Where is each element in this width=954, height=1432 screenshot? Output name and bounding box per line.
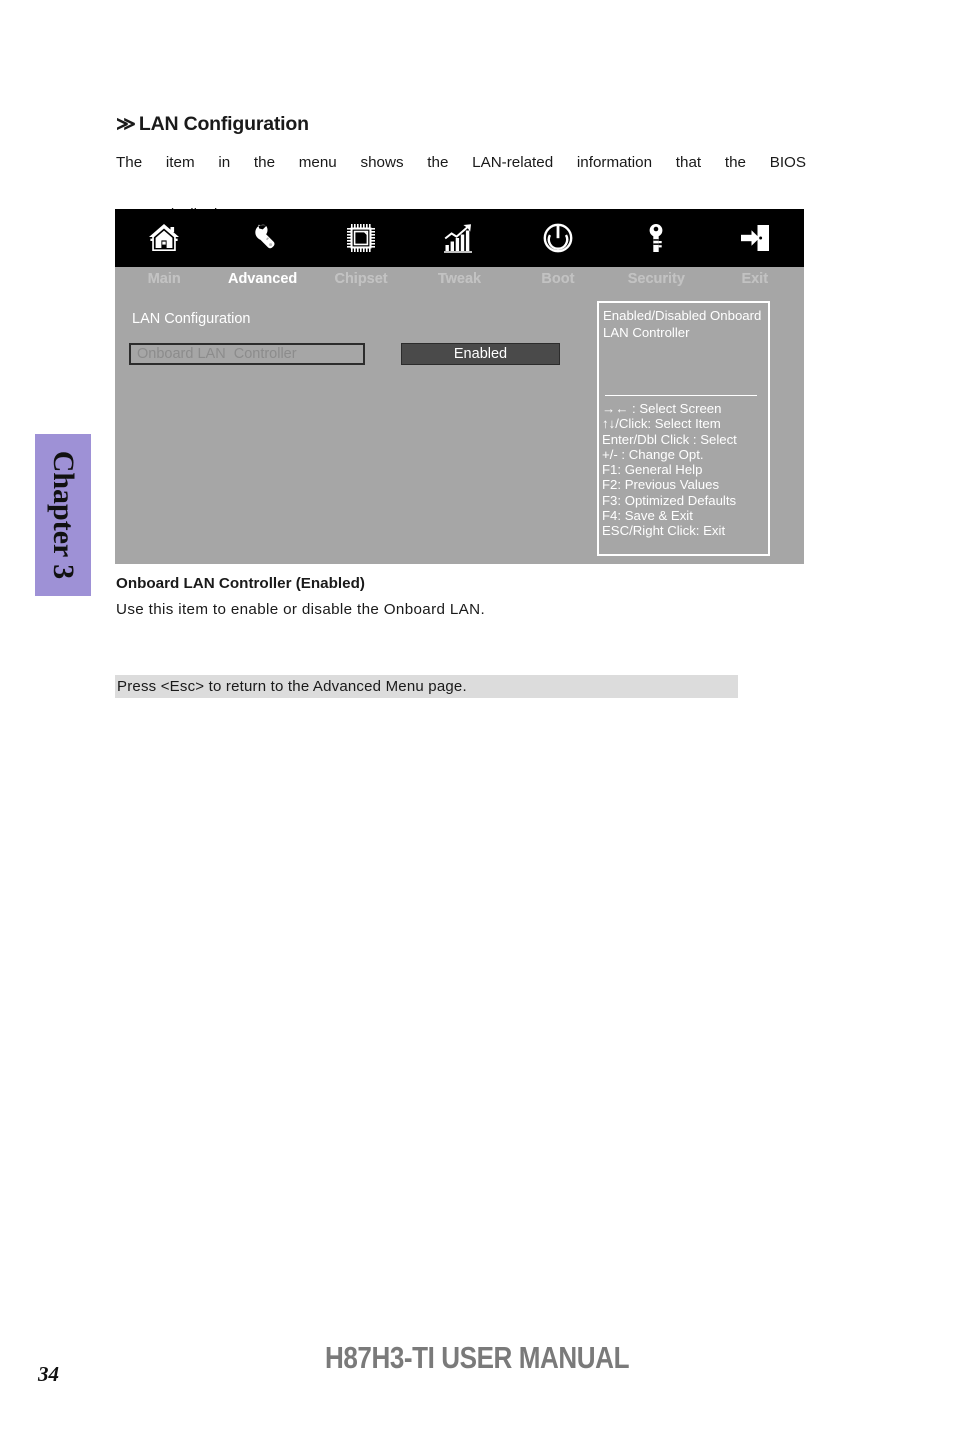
help-key-list: →← : Select Screen ↑↓/Click: Select Item… — [602, 401, 770, 539]
help-key-item: Enter/Dbl Click : Select — [602, 431, 737, 447]
nav-label-chipset: Chipset — [334, 271, 388, 287]
help-key-item: +/- : Change Opt. — [602, 446, 704, 462]
bios-screenshot: Main Advanced Chipset Tweak Boot Securit… — [115, 209, 804, 564]
chapter-tab: Chapter 3 — [35, 434, 91, 596]
nav-label-exit: Exit — [741, 271, 769, 287]
chapter-tab-label: Chapter 3 — [47, 450, 80, 580]
setting-value-dropdown[interactable]: Enabled — [401, 343, 560, 365]
chip-icon — [345, 209, 377, 267]
help-description: Enabled/Disabled Onboard LAN Controller — [603, 308, 762, 340]
nav-label-main: Main — [147, 271, 181, 287]
bios-body: LAN Configuration Onboard LAN Controller… — [115, 293, 804, 564]
nav-item-exit[interactable]: Exit — [706, 209, 804, 293]
power-icon — [542, 209, 574, 267]
setting-value-label: Enabled — [453, 346, 508, 362]
help-key-item: F1: General Help — [602, 462, 703, 478]
nav-item-chipset[interactable]: Chipset — [312, 209, 410, 293]
bios-nav-bar: Main Advanced Chipset Tweak Boot Securit… — [115, 209, 804, 293]
bar-chart-icon — [442, 209, 476, 267]
home-icon — [147, 209, 181, 267]
setting-description-title: Onboard LAN Controller (Enabled) — [116, 575, 365, 592]
page-title: ≫ LAN Configuration — [116, 113, 309, 136]
exit-door-icon — [738, 209, 772, 267]
nav-item-main[interactable]: Main — [115, 209, 213, 293]
nav-item-security[interactable]: Security — [607, 209, 705, 293]
setting-description-text: Use this item to enable or disable the O… — [116, 601, 486, 618]
setting-row-onboard-lan-controller: Onboard LAN Controller Enabled — [129, 343, 560, 365]
key-icon — [645, 209, 667, 267]
nav-label-advanced: Advanced — [227, 271, 298, 287]
help-key-item: ESC/Right Click: Exit — [602, 523, 726, 539]
help-key-item: →← : Select Screen — [602, 401, 722, 416]
footer-manual-title: H87H3-TI USER MANUAL — [324, 1340, 630, 1375]
esc-note-banner: Press <Esc> to return to the Advanced Me… — [115, 675, 738, 698]
help-key-item: ↑↓/Click: Select Item — [602, 416, 721, 432]
help-separator — [605, 395, 757, 396]
setting-name-label: Onboard LAN Controller — [137, 346, 297, 362]
wrench-icon — [246, 209, 280, 267]
bios-section-title: LAN Configuration — [132, 311, 251, 327]
double-chevron-icon: ≫ — [116, 114, 136, 135]
nav-label-security: Security — [627, 271, 685, 287]
nav-label-tweak: Tweak — [437, 271, 482, 287]
esc-note-text: Press <Esc> to return to the Advanced Me… — [117, 678, 467, 695]
nav-item-boot[interactable]: Boot — [509, 209, 607, 293]
help-key-item: F4: Save & Exit — [602, 508, 693, 524]
page-title-text: LAN Configuration — [138, 113, 309, 135]
help-panel: Enabled/Disabled Onboard LAN Controller … — [597, 301, 770, 556]
nav-item-advanced[interactable]: Advanced — [213, 209, 311, 293]
setting-name-box[interactable]: Onboard LAN Controller — [129, 343, 365, 365]
nav-item-tweak[interactable]: Tweak — [410, 209, 508, 293]
help-key-item: F3: Optimized Defaults — [602, 492, 737, 508]
footer-page-number: 34 — [38, 1362, 59, 1386]
nav-label-boot: Boot — [541, 271, 575, 287]
intro-line-1: The item in the menu shows the LAN-relat… — [116, 154, 806, 171]
help-key-item: F2: Previous Values — [602, 477, 720, 493]
